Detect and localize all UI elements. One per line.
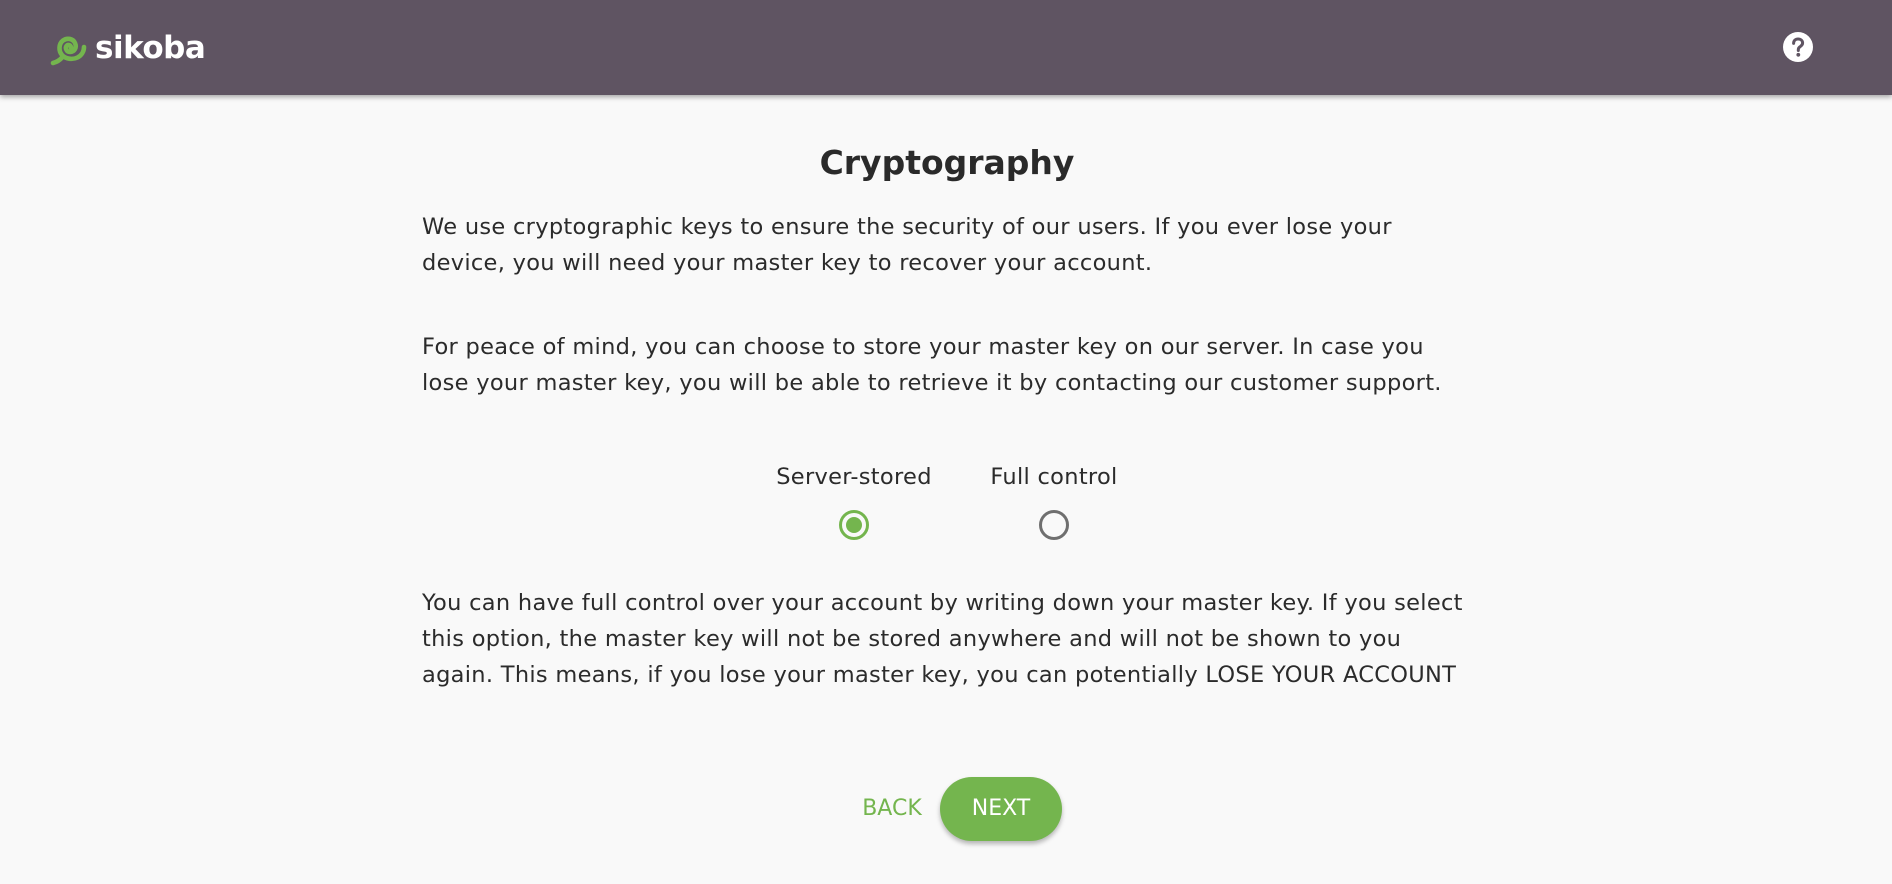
step-actions: BACK NEXT — [422, 777, 1472, 841]
server-storage-text: For peace of mind, you can choose to sto… — [422, 334, 1442, 396]
brand-name: sikoba — [95, 30, 206, 66]
help-icon[interactable] — [1782, 31, 1814, 63]
intro-text: We use cryptographic keys to ensure the … — [422, 214, 1392, 276]
back-button[interactable]: BACK — [842, 789, 942, 829]
radio-server-stored[interactable] — [839, 510, 869, 540]
swirl-logo-icon — [50, 36, 87, 66]
page-title: Cryptography — [819, 143, 1075, 182]
option-server-stored[interactable]: Server-stored — [754, 462, 954, 542]
app-bar: sikoba — [0, 0, 1892, 95]
radio-selected-dot — [846, 517, 862, 533]
key-storage-options: Server-stored Full control — [422, 462, 1472, 542]
next-button[interactable]: NEXT — [940, 777, 1062, 841]
option-label-full-control: Full control — [990, 464, 1118, 490]
radio-full-control[interactable] — [1039, 510, 1069, 540]
full-control-text: You can have full control over your acco… — [422, 590, 1463, 688]
option-label-server-stored: Server-stored — [776, 464, 932, 490]
brand-logo[interactable]: sikoba — [48, 27, 206, 69]
option-full-control[interactable]: Full control — [954, 462, 1154, 542]
